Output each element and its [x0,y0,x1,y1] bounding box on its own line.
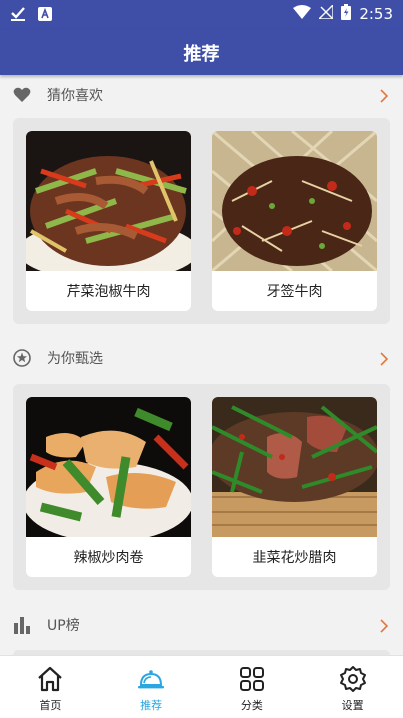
food-card[interactable]: 芹菜泡椒牛肉 [26,131,191,311]
food-card[interactable]: 牙签牛肉 [212,131,377,311]
card-panel-guess-you-like: 芹菜泡椒牛肉 牙签牛肉 [13,118,390,324]
app-bar: 推荐 [0,30,403,75]
tab-home[interactable]: 首页 [0,656,101,718]
section-header-guess-you-like[interactable]: 猜你喜欢 [0,75,403,115]
chevron-right-icon[interactable] [377,88,391,103]
chevron-right-icon[interactable] [377,351,391,366]
food-image [26,131,191,271]
food-card[interactable]: 辣椒炒肉卷 [26,397,191,577]
section-header-up-ranking[interactable]: UP榜 [0,605,403,645]
home-icon [38,666,63,692]
food-image [212,397,377,537]
page-title: 推荐 [183,43,220,65]
food-name: 韭菜花炒腊肉 [252,550,337,566]
tab-settings[interactable]: 设置 [302,656,403,718]
tab-recommend[interactable]: 推荐 [101,656,202,718]
settings-gear-icon [339,666,366,692]
status-time: 2:53 [359,5,393,23]
tab-label: 推荐 [140,699,163,712]
card-panel-picked-for-you: 辣椒炒肉卷 韭菜花炒腊肉 [13,384,390,590]
dish-cloche-icon [138,670,165,689]
wifi-icon [293,5,312,23]
chevron-right-icon[interactable] [377,618,391,633]
food-name: 辣椒炒肉卷 [73,550,144,566]
check-notification-icon [10,5,26,25]
battery-charging-icon [341,4,352,24]
font-notification-icon [38,6,52,25]
tab-category[interactable]: 分类 [202,656,303,718]
status-bar: 2:53 [0,0,403,30]
section-title: 猜你喜欢 [47,88,103,104]
food-image [212,131,377,271]
section-header-picked-for-you[interactable]: 为你甄选 [0,338,403,378]
star-badge-icon [12,348,32,368]
food-name: 牙签牛肉 [266,284,323,300]
grid-icon [239,667,264,691]
no-signal-icon [317,3,335,23]
section-title: 为你甄选 [47,351,103,367]
section-title: UP榜 [47,618,80,634]
food-name: 芹菜泡椒牛肉 [66,284,151,300]
bottom-tab-bar: 首页 推荐 分类 设置 [0,655,403,718]
bar-chart-icon [12,615,32,635]
tab-label: 首页 [39,699,62,712]
tab-label: 分类 [240,699,263,712]
heart-icon [12,85,32,105]
food-image [26,397,191,537]
food-card[interactable]: 韭菜花炒腊肉 [212,397,377,577]
tab-label: 设置 [341,699,364,712]
